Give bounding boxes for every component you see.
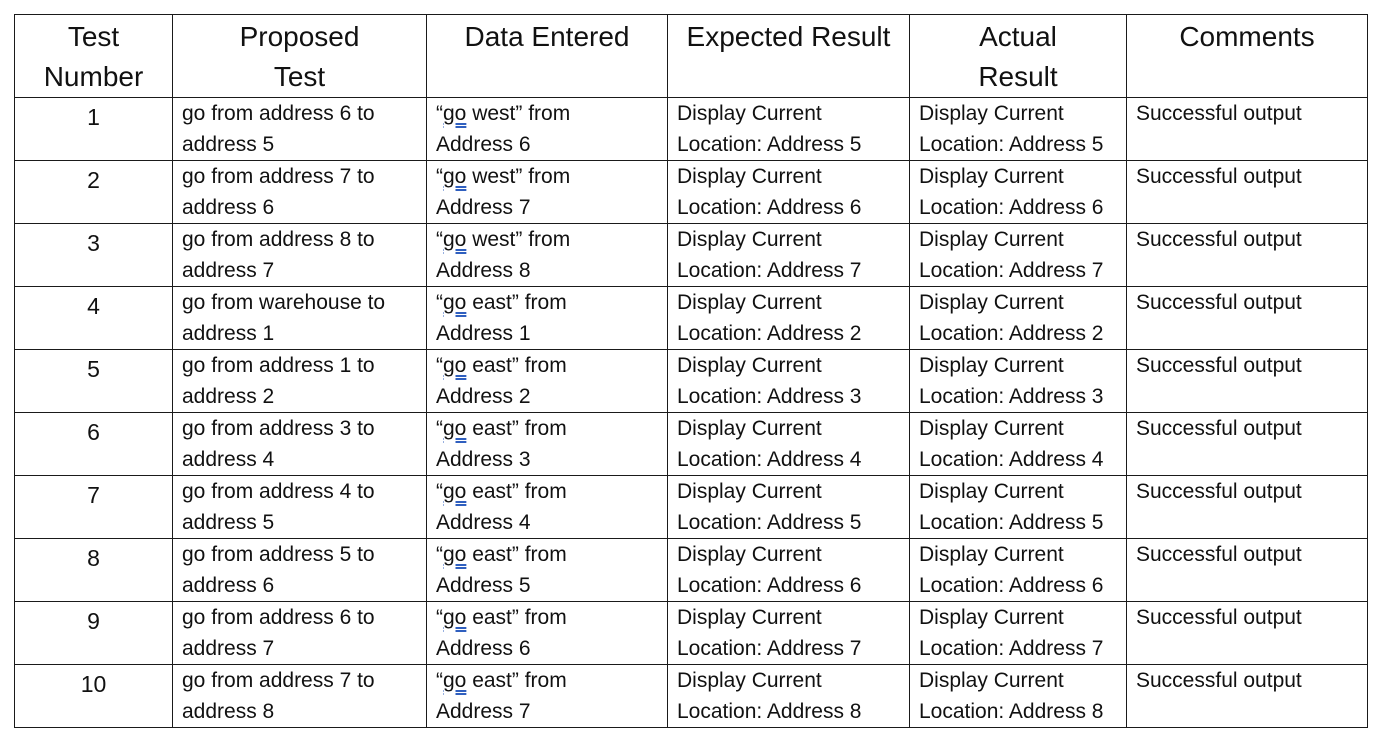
proposed-test-cell: go from address 4 to address 5 [172, 475, 427, 539]
table-row: 3 go from address 8 to address 7 “go west” … [14, 223, 1368, 287]
spellcheck-flagged-word: go [443, 417, 467, 440]
comments-cell: Successful output [1126, 475, 1368, 539]
comments-cell: Successful output [1126, 538, 1368, 602]
test-number-cell: 10 [14, 664, 173, 728]
proposed-test-cell: go from address 3 to address 4 [172, 412, 427, 476]
spellcheck-flagged-word: go [443, 354, 467, 377]
proposed-test-cell: go from address 6 to address 7 [172, 601, 427, 665]
comments-cell: Successful output [1126, 349, 1368, 413]
proposed-test-cell: go from warehouse to address 1 [172, 286, 427, 350]
test-number-cell: 2 [14, 160, 173, 224]
header-comments: Comments [1126, 14, 1368, 98]
header-data-entered: Data Entered [426, 14, 668, 98]
table-row: 4 go from warehouse to address 1 “go east” … [14, 286, 1368, 350]
header-row: Test Number Proposed Test Data Entered E… [14, 14, 1368, 98]
spellcheck-flagged-word: go [443, 543, 467, 566]
expected-result-cell: Display Current Location: Address 7 [667, 601, 910, 665]
spellcheck-flagged-word: go [443, 669, 467, 692]
header-proposed-test: Proposed Test [172, 14, 427, 98]
data-entered-cell: “go east” from Address 3 [426, 412, 668, 476]
spellcheck-flagged-word: go [443, 606, 467, 629]
comments-cell: Successful output [1126, 160, 1368, 224]
proposed-test-cell: go from address 8 to address 7 [172, 223, 427, 287]
actual-result-cell: Display Current Location: Address 6 [909, 538, 1127, 602]
proposed-test-cell: go from address 5 to address 6 [172, 538, 427, 602]
actual-result-cell: Display Current Location: Address 7 [909, 601, 1127, 665]
document-page: Test Number Proposed Test Data Entered E… [0, 0, 1380, 732]
table-row: 5 go from address 1 to address 2 “go east” … [14, 349, 1368, 413]
table-row: 1 go from address 6 to address 5 “go west” … [14, 97, 1368, 161]
comments-cell: Successful output [1126, 286, 1368, 350]
spellcheck-flagged-word: go [443, 291, 467, 314]
spellcheck-flagged-word: go [443, 228, 467, 251]
data-entered-cell: “go east” from Address 4 [426, 475, 668, 539]
header-expected-result: Expected Result [667, 14, 910, 98]
expected-result-cell: Display Current Location: Address 8 [667, 664, 910, 728]
data-entered-cell: “go east” from Address 7 [426, 664, 668, 728]
data-entered-cell: “go east” from Address 1 [426, 286, 668, 350]
expected-result-cell: Display Current Location: Address 7 [667, 223, 910, 287]
spellcheck-flagged-word: go [443, 480, 467, 503]
header-actual-result: Actual Result [909, 14, 1127, 98]
table-body: 1 go from address 6 to address 5 “go west” … [14, 97, 1368, 728]
comments-cell: Successful output [1126, 601, 1368, 665]
comments-cell: Successful output [1126, 223, 1368, 287]
proposed-test-cell: go from address 7 to address 8 [172, 664, 427, 728]
test-number-cell: 1 [14, 97, 173, 161]
proposed-test-cell: go from address 1 to address 2 [172, 349, 427, 413]
expected-result-cell: Display Current Location: Address 6 [667, 538, 910, 602]
comments-cell: Successful output [1126, 664, 1368, 728]
table-row: 7 go from address 4 to address 5 “go east” … [14, 475, 1368, 539]
proposed-test-cell: go from address 7 to address 6 [172, 160, 427, 224]
test-number-cell: 9 [14, 601, 173, 665]
expected-result-cell: Display Current Location: Address 6 [667, 160, 910, 224]
table-row: 10 go from address 7 to address 8 “go east”… [14, 664, 1368, 728]
expected-result-cell: Display Current Location: Address 4 [667, 412, 910, 476]
test-number-cell: 8 [14, 538, 173, 602]
test-number-cell: 6 [14, 412, 173, 476]
comments-cell: Successful output [1126, 97, 1368, 161]
spellcheck-flagged-word: go [443, 165, 467, 188]
actual-result-cell: Display Current Location: Address 4 [909, 412, 1127, 476]
actual-result-cell: Display Current Location: Address 5 [909, 97, 1127, 161]
test-results-table: Test Number Proposed Test Data Entered E… [14, 14, 1368, 728]
data-entered-cell: “go west” from Address 6 [426, 97, 668, 161]
actual-result-cell: Display Current Location: Address 7 [909, 223, 1127, 287]
actual-result-cell: Display Current Location: Address 5 [909, 475, 1127, 539]
expected-result-cell: Display Current Location: Address 2 [667, 286, 910, 350]
actual-result-cell: Display Current Location: Address 2 [909, 286, 1127, 350]
table-row: 8 go from address 5 to address 6 “go east” … [14, 538, 1368, 602]
actual-result-cell: Display Current Location: Address 6 [909, 160, 1127, 224]
table-row: 2 go from address 7 to address 6 “go west” … [14, 160, 1368, 224]
data-entered-cell: “go west” from Address 8 [426, 223, 668, 287]
expected-result-cell: Display Current Location: Address 5 [667, 97, 910, 161]
actual-result-cell: Display Current Location: Address 3 [909, 349, 1127, 413]
data-entered-cell: “go east” from Address 6 [426, 601, 668, 665]
expected-result-cell: Display Current Location: Address 5 [667, 475, 910, 539]
data-entered-cell: “go east” from Address 5 [426, 538, 668, 602]
header-test-number: Test Number [14, 14, 173, 98]
proposed-test-cell: go from address 6 to address 5 [172, 97, 427, 161]
expected-result-cell: Display Current Location: Address 3 [667, 349, 910, 413]
table-row: 9 go from address 6 to address 7 “go east” … [14, 601, 1368, 665]
spellcheck-flagged-word: go [443, 102, 467, 125]
test-number-cell: 7 [14, 475, 173, 539]
table-row: 6 go from address 3 to address 4 “go east” … [14, 412, 1368, 476]
test-number-cell: 3 [14, 223, 173, 287]
test-number-cell: 4 [14, 286, 173, 350]
comments-cell: Successful output [1126, 412, 1368, 476]
test-number-cell: 5 [14, 349, 173, 413]
data-entered-cell: “go east” from Address 2 [426, 349, 668, 413]
data-entered-cell: “go west” from Address 7 [426, 160, 668, 224]
actual-result-cell: Display Current Location: Address 8 [909, 664, 1127, 728]
